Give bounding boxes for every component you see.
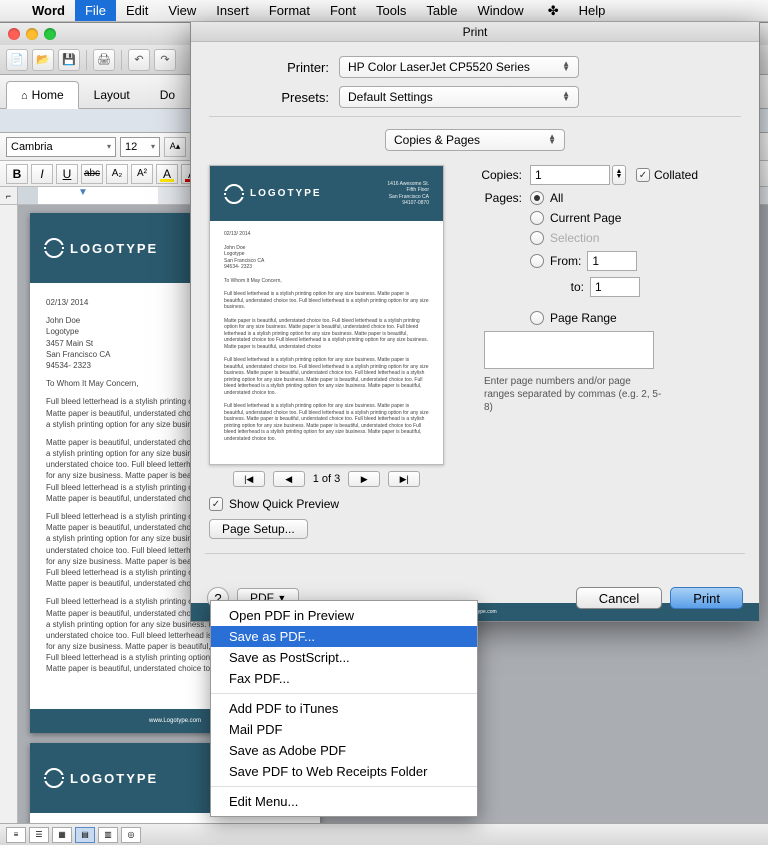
updown-icon: ▲▼	[562, 92, 570, 102]
zoom-icon[interactable]	[44, 28, 56, 40]
menu-font[interactable]: Font	[320, 0, 366, 21]
copies-label: Copies:	[464, 168, 530, 182]
font-combo[interactable]: Cambria▾	[6, 137, 116, 157]
radio-range[interactable]	[530, 311, 544, 325]
presets-select[interactable]: Default Settings▲▼	[339, 86, 579, 108]
menubar: Word File Edit View Insert Format Font T…	[0, 0, 768, 22]
menu-save-pdf[interactable]: Save as PDF...	[211, 626, 477, 647]
menu-edit[interactable]: Edit	[116, 0, 158, 21]
home-icon: ⌂	[21, 90, 28, 102]
script-menu-icon[interactable]: ✤	[538, 0, 569, 21]
logo: LOGOTYPE	[44, 238, 158, 258]
chevron-down-icon: ▾	[107, 142, 111, 151]
printer-select[interactable]: HP Color LaserJet CP5520 Series▲▼	[339, 56, 579, 78]
redo-icon[interactable]: ↷	[154, 49, 176, 71]
tab-layout[interactable]: Layout	[79, 81, 145, 108]
close-icon[interactable]	[8, 28, 20, 40]
page-setup-button[interactable]: Page Setup...	[209, 519, 308, 539]
underline-button[interactable]: U	[56, 164, 78, 184]
radio-current[interactable]	[530, 211, 544, 225]
copies-field[interactable]	[530, 165, 610, 185]
menu-edit-menu[interactable]: Edit Menu...	[211, 791, 477, 812]
superscript-button[interactable]: A²	[131, 164, 153, 184]
print-dialog: Print Printer: HP Color LaserJet CP5520 …	[190, 22, 760, 622]
view-publishing-button[interactable]: ▦	[52, 827, 72, 843]
vertical-ruler	[0, 205, 18, 845]
collated-checkbox[interactable]: ✓	[636, 168, 650, 182]
page-indicator: 1 of 3	[313, 473, 341, 485]
cancel-button[interactable]: Cancel	[576, 587, 662, 609]
view-outline-button[interactable]: ☰	[29, 827, 49, 843]
chevron-down-icon: ▾	[151, 142, 155, 151]
menu-mail-pdf[interactable]: Mail PDF	[211, 719, 477, 740]
collated-label: Collated	[654, 168, 698, 182]
tab-selector[interactable]: ⌐	[0, 187, 18, 204]
copies-stepper[interactable]: ▲▼	[612, 165, 626, 185]
quick-preview-checkbox[interactable]: ✓ Show Quick Preview	[209, 497, 444, 511]
size-combo[interactable]: 12▾	[120, 137, 160, 157]
view-print-button[interactable]: ▤	[75, 827, 95, 843]
view-notebook-button[interactable]: ▥	[98, 827, 118, 843]
subscript-button[interactable]: A₂	[106, 164, 128, 184]
next-page-button[interactable]: ▶	[348, 471, 380, 487]
logo-icon	[44, 238, 64, 258]
print-icon[interactable]: 🖨	[93, 49, 115, 71]
printer-label: Printer:	[209, 60, 339, 75]
menu-view[interactable]: View	[158, 0, 206, 21]
section-select[interactable]: Copies & Pages▲▼	[385, 129, 565, 151]
range-help: Enter page numbers and/or page ranges se…	[484, 375, 664, 414]
last-page-button[interactable]: ▶|	[388, 471, 420, 487]
to-field[interactable]	[590, 277, 640, 297]
menu-save-ps[interactable]: Save as PostScript...	[211, 647, 477, 668]
open-icon[interactable]: 📂	[32, 49, 54, 71]
print-options: Copies: ▲▼ ✓ Collated Pages: All Current…	[464, 165, 741, 539]
presets-label: Presets:	[209, 90, 339, 105]
menu-add-itunes[interactable]: Add PDF to iTunes	[211, 698, 477, 719]
menu-fax-pdf[interactable]: Fax PDF...	[211, 668, 477, 689]
dialog-title: Print	[191, 22, 759, 42]
page-range-field[interactable]	[484, 331, 654, 369]
tab-home[interactable]: ⌂Home	[6, 81, 79, 109]
indent-marker-icon[interactable]: ▼	[78, 187, 88, 198]
first-page-button[interactable]: |◀	[233, 471, 265, 487]
view-draft-button[interactable]: ≡	[6, 827, 26, 843]
save-icon[interactable]: 💾	[58, 49, 80, 71]
menu-table[interactable]: Table	[416, 0, 467, 21]
menu-receipts[interactable]: Save PDF to Web Receipts Folder	[211, 761, 477, 782]
radio-all[interactable]	[530, 191, 544, 205]
updown-icon: ▲▼	[562, 62, 570, 72]
undo-icon[interactable]: ↶	[128, 49, 150, 71]
radio-from[interactable]	[530, 254, 544, 268]
preview-thumbnail: LOGOTYPE1416 Awesome St.Fifth FloorSan F…	[209, 165, 444, 465]
highlight-button[interactable]: A	[156, 164, 178, 184]
pages-label: Pages:	[464, 191, 530, 205]
bold-button[interactable]: B	[6, 164, 28, 184]
print-button[interactable]: Print	[670, 587, 743, 609]
new-doc-icon[interactable]: 📄	[6, 49, 28, 71]
italic-button[interactable]: I	[31, 164, 53, 184]
updown-icon: ▲▼	[548, 135, 556, 145]
menu-insert[interactable]: Insert	[206, 0, 259, 21]
menu-help[interactable]: Help	[569, 0, 616, 21]
menu-app[interactable]: Word	[22, 0, 75, 21]
menu-tools[interactable]: Tools	[366, 0, 416, 21]
tab-elements[interactable]: Do	[145, 81, 190, 108]
radio-selection	[530, 231, 544, 245]
status-bar: ≡ ☰ ▦ ▤ ▥ ◎	[0, 823, 768, 845]
menu-file[interactable]: File	[75, 0, 116, 21]
strike-button[interactable]: abc	[81, 164, 103, 184]
checkbox-icon: ✓	[209, 497, 223, 511]
preview-pane: LOGOTYPE1416 Awesome St.Fifth FloorSan F…	[209, 165, 444, 539]
menu-open-preview[interactable]: Open PDF in Preview	[211, 605, 477, 626]
pdf-menu: Open PDF in Preview Save as PDF... Save …	[210, 600, 478, 817]
from-field[interactable]	[587, 251, 637, 271]
minimize-icon[interactable]	[26, 28, 38, 40]
view-focus-button[interactable]: ◎	[121, 827, 141, 843]
prev-page-button[interactable]: ◀	[273, 471, 305, 487]
menu-adobe-pdf[interactable]: Save as Adobe PDF	[211, 740, 477, 761]
menu-format[interactable]: Format	[259, 0, 320, 21]
menu-window[interactable]: Window	[467, 0, 533, 21]
grow-font-button[interactable]: A▴	[164, 137, 186, 157]
